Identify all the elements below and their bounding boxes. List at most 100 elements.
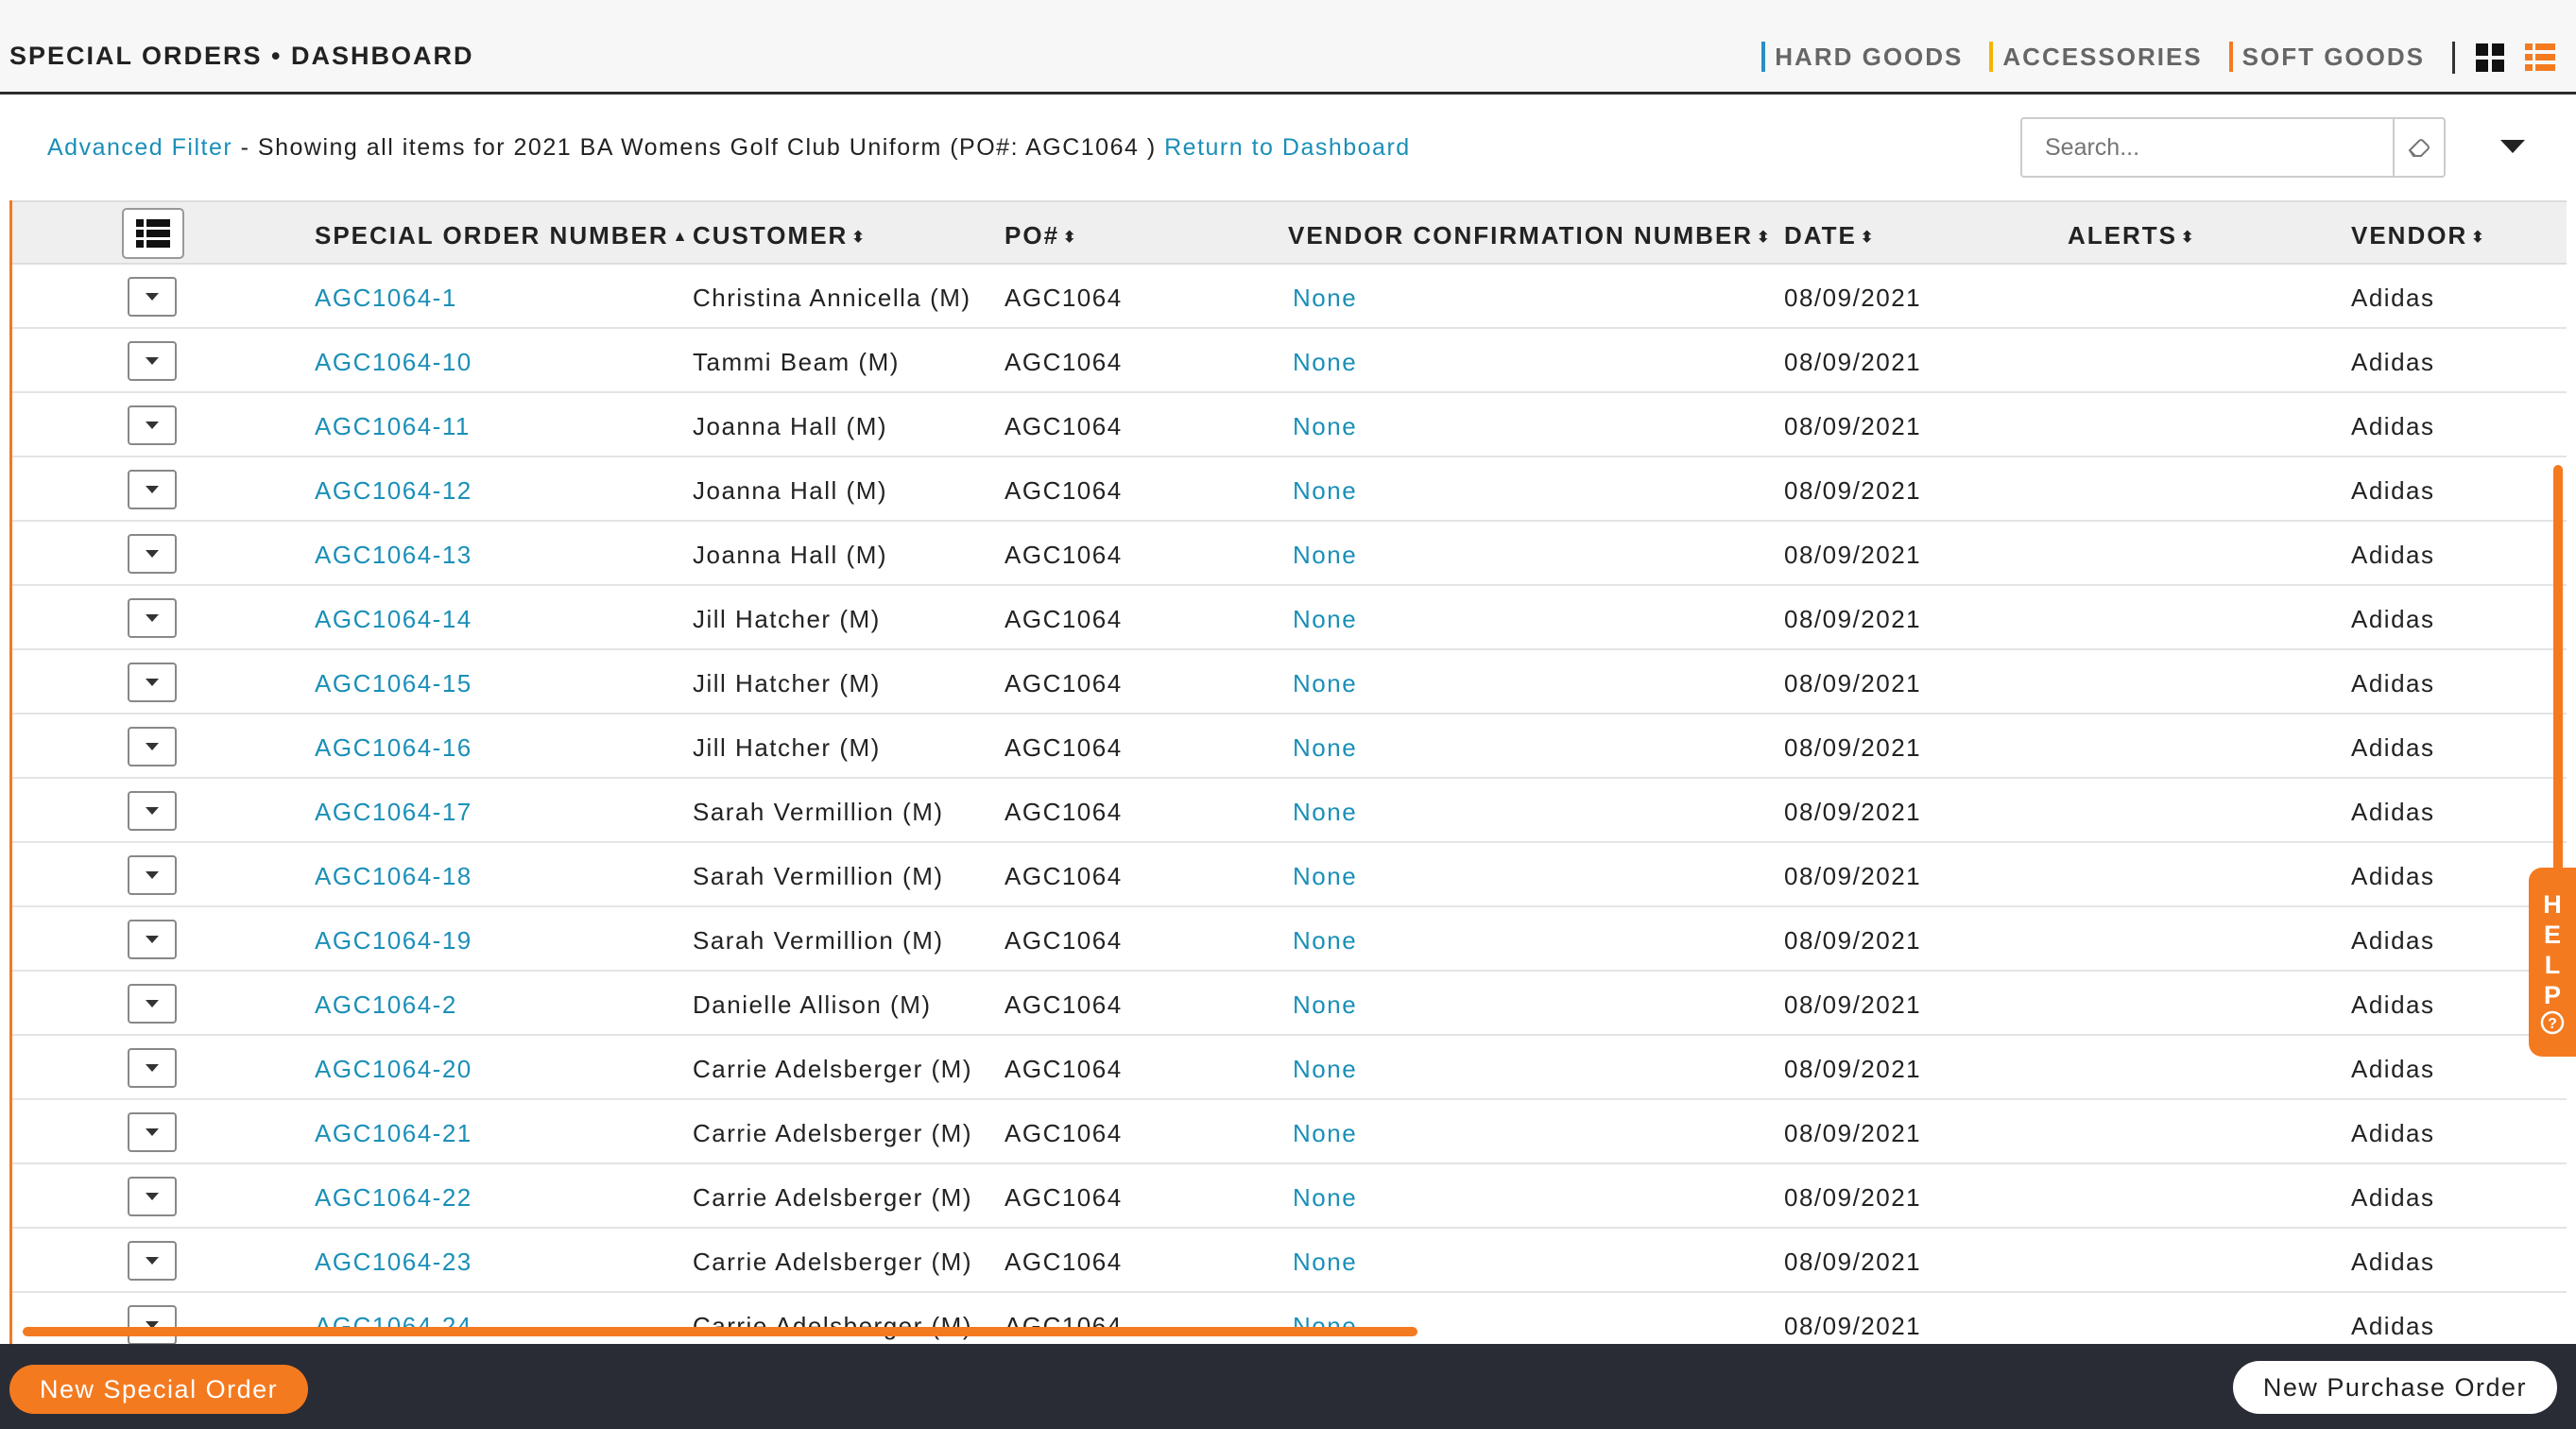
vendor-confirmation-link[interactable]: None: [1293, 1119, 1357, 1148]
chevron-down-icon: [146, 1000, 159, 1007]
filter-summary: Advanced Filter - Showing all items for …: [47, 134, 1411, 162]
search-box: [2020, 117, 2446, 178]
date-cell: 08/09/2021: [1784, 1183, 1922, 1212]
chevron-down-icon: [146, 1257, 159, 1265]
vendor-confirmation-link[interactable]: None: [1293, 605, 1357, 634]
list-view-icon[interactable]: [2525, 43, 2555, 72]
vendor-confirmation-link[interactable]: None: [1293, 476, 1357, 506]
special-order-number-link[interactable]: AGC1064-17: [315, 798, 472, 827]
special-order-number-link[interactable]: AGC1064-15: [315, 669, 472, 698]
question-circle-icon: ?: [2540, 1010, 2565, 1035]
vertical-scrollbar[interactable]: [2553, 465, 2563, 900]
category-filters: HARD GOODS ACCESSORIES SOFT GOODS: [1735, 42, 2425, 72]
vendor-confirmation-link[interactable]: None: [1293, 541, 1357, 570]
special-order-number-link[interactable]: AGC1064-12: [315, 476, 472, 506]
vendor-confirmation-link[interactable]: None: [1293, 284, 1357, 313]
special-order-number-link[interactable]: AGC1064-19: [315, 926, 472, 956]
po-cell: AGC1064: [1005, 990, 1123, 1019]
table-row: AGC1064-20 Carrie Adelsberger (M) AGC1064 N…: [12, 1036, 2567, 1100]
category-soft-goods[interactable]: SOFT GOODS: [2228, 42, 2425, 72]
vendor-confirmation-link[interactable]: None: [1293, 926, 1357, 956]
col-header-special-order-number[interactable]: SPECIAL ORDER NUMBER ▲: [315, 221, 690, 250]
col-header-date[interactable]: DATE ⬍: [1784, 221, 1875, 250]
sort-icon: ⬍: [1860, 230, 1876, 247]
row-actions-dropdown-button[interactable]: [128, 984, 177, 1024]
special-order-number-link[interactable]: AGC1064-10: [315, 348, 472, 377]
date-cell: 08/09/2021: [1784, 1055, 1922, 1083]
special-order-number-link[interactable]: AGC1064-2: [315, 990, 457, 1020]
search-input[interactable]: [2022, 119, 2417, 176]
vendor-cell: Adidas: [2351, 1312, 2435, 1340]
bottom-action-bar: New Special Order New Purchase Order: [0, 1344, 2576, 1429]
vendor-confirmation-link[interactable]: None: [1293, 862, 1357, 891]
vendor-confirmation-link[interactable]: None: [1293, 1183, 1357, 1213]
special-order-number-link[interactable]: AGC1064-21: [315, 1119, 472, 1148]
special-order-number-link[interactable]: AGC1064-20: [315, 1055, 472, 1084]
row-actions-dropdown-button[interactable]: [128, 341, 177, 381]
new-special-order-button[interactable]: New Special Order: [9, 1365, 309, 1414]
date-cell: 08/09/2021: [1784, 412, 1922, 440]
col-header-alerts[interactable]: ALERTS ⬍: [2068, 221, 2195, 250]
clear-search-button[interactable]: [2393, 119, 2444, 176]
advanced-filter-link[interactable]: Advanced Filter: [47, 134, 232, 161]
row-actions-dropdown-button[interactable]: [128, 534, 177, 574]
date-cell: 08/09/2021: [1784, 541, 1922, 569]
row-actions-dropdown-button[interactable]: [128, 791, 177, 831]
special-order-number-link[interactable]: AGC1064-14: [315, 605, 472, 634]
table-row: AGC1064-14 Jill Hatcher (M) AGC1064 None 08/…: [12, 586, 2567, 650]
col-header-customer[interactable]: CUSTOMER ⬍: [693, 221, 867, 250]
row-actions-dropdown-button[interactable]: [128, 598, 177, 638]
vendor-confirmation-link[interactable]: None: [1293, 990, 1357, 1020]
date-cell: 08/09/2021: [1784, 1248, 1922, 1276]
vendor-confirmation-link[interactable]: None: [1293, 1248, 1357, 1277]
row-actions-dropdown-button[interactable]: [128, 727, 177, 766]
row-actions-dropdown-button[interactable]: [128, 277, 177, 317]
vendor-cell: Adidas: [2351, 284, 2435, 312]
row-actions-dropdown-button[interactable]: [128, 1305, 177, 1344]
col-header-vendor[interactable]: VENDOR ⬍: [2351, 221, 2486, 250]
vendor-confirmation-link[interactable]: None: [1293, 412, 1357, 441]
vendor-confirmation-link[interactable]: None: [1293, 798, 1357, 827]
special-order-number-link[interactable]: AGC1064-22: [315, 1183, 472, 1213]
special-order-number-link[interactable]: AGC1064-23: [315, 1248, 472, 1277]
special-order-number-link[interactable]: AGC1064-13: [315, 541, 472, 570]
table-row: AGC1064-1 Christina Annicella (M) AGC1064 N…: [12, 265, 2567, 329]
chevron-down-icon: [146, 871, 159, 879]
row-actions-dropdown-button[interactable]: [128, 1241, 177, 1281]
category-hard-goods[interactable]: HARD GOODS: [1761, 42, 1963, 72]
horizontal-scrollbar[interactable]: [23, 1327, 1417, 1336]
row-actions-dropdown-button[interactable]: [128, 470, 177, 509]
row-actions-dropdown-button[interactable]: [128, 1112, 177, 1152]
col-header-po[interactable]: PO# ⬍: [1005, 221, 1077, 250]
return-to-dashboard-link[interactable]: Return to Dashboard: [1164, 134, 1411, 161]
col-header-vendor-confirmation-number[interactable]: VENDOR CONFIRMATION NUMBER ⬍: [1288, 221, 1771, 250]
row-actions-dropdown-button[interactable]: [128, 405, 177, 445]
column-toggle-icon: [136, 219, 170, 248]
help-tab[interactable]: H E L P ?: [2529, 868, 2576, 1057]
vendor-cell: Adidas: [2351, 348, 2435, 376]
column-toggle-button[interactable]: [122, 208, 184, 259]
row-actions-dropdown-button[interactable]: [128, 663, 177, 702]
table-row: AGC1064-2 Danielle Allison (M) AGC1064 None…: [12, 972, 2567, 1036]
special-order-number-link[interactable]: AGC1064-1: [315, 284, 457, 313]
vendor-confirmation-link[interactable]: None: [1293, 348, 1357, 377]
vendor-confirmation-link[interactable]: None: [1293, 1055, 1357, 1084]
special-order-number-link[interactable]: AGC1064-18: [315, 862, 472, 891]
customer-cell: Sarah Vermillion (M): [693, 862, 944, 890]
vendor-confirmation-link[interactable]: None: [1293, 669, 1357, 698]
table-row: AGC1064-22 Carrie Adelsberger (M) AGC1064 N…: [12, 1164, 2567, 1229]
vendor-confirmation-link[interactable]: None: [1293, 733, 1357, 763]
row-actions-dropdown-button[interactable]: [128, 1048, 177, 1088]
special-order-number-link[interactable]: AGC1064-16: [315, 733, 472, 763]
row-actions-dropdown-button[interactable]: [128, 1177, 177, 1216]
grid-view-icon[interactable]: [2476, 43, 2504, 72]
category-accessories[interactable]: ACCESSORIES: [1989, 42, 2202, 72]
new-purchase-order-button[interactable]: New Purchase Order: [2232, 1361, 2557, 1414]
date-cell: 08/09/2021: [1784, 669, 1922, 697]
po-cell: AGC1064: [1005, 605, 1123, 633]
row-actions-dropdown-button[interactable]: [128, 920, 177, 959]
filter-dropdown-caret-icon[interactable]: [2500, 140, 2525, 153]
special-order-number-link[interactable]: AGC1064-11: [315, 412, 471, 441]
row-actions-dropdown-button[interactable]: [128, 855, 177, 895]
vendor-cell: Adidas: [2351, 1248, 2435, 1276]
